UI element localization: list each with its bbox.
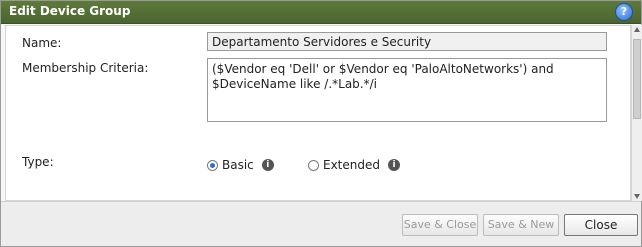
help-icon[interactable]: ? <box>615 3 633 21</box>
membership-criteria-textarea[interactable]: ($Vendor eq 'Dell' or $Vendor eq 'PaloAl… <box>207 58 607 122</box>
dialog-title: Edit Device Group <box>9 4 131 18</box>
type-label: Type: <box>22 155 54 169</box>
save-close-button[interactable]: Save & Close <box>402 214 478 236</box>
dialog-content: Name: Departamento Servidores e Security… <box>5 25 631 201</box>
dialog-footer: Save & Close Save & New Close <box>1 201 641 246</box>
type-extended-label: Extended <box>323 158 380 172</box>
edit-device-group-dialog: Edit Device Group ? Name: Departamento S… <box>0 0 642 247</box>
close-button[interactable]: Close <box>564 214 638 236</box>
membership-criteria-label: Membership Criteria: <box>22 61 149 75</box>
vertical-scrollbar[interactable] <box>631 25 642 201</box>
name-label: Name: <box>22 36 62 50</box>
info-icon[interactable]: i <box>261 159 274 171</box>
type-basic-label: Basic <box>222 158 254 172</box>
scroll-down-arrow-icon[interactable] <box>634 194 640 199</box>
dialog-titlebar: Edit Device Group ? <box>1 1 641 24</box>
info-icon[interactable]: i <box>388 159 400 171</box>
type-basic-radio[interactable]: Basic i <box>207 158 274 172</box>
name-input[interactable]: Departamento Servidores e Security <box>207 32 607 51</box>
type-extended-radio[interactable]: Extended i <box>308 158 400 172</box>
scroll-thumb[interactable] <box>633 39 641 119</box>
save-new-button[interactable]: Save & New <box>483 214 559 236</box>
scroll-up-arrow-icon[interactable] <box>634 27 640 32</box>
radio-unchecked-icon[interactable] <box>308 159 319 171</box>
radio-checked-icon[interactable] <box>207 159 218 171</box>
